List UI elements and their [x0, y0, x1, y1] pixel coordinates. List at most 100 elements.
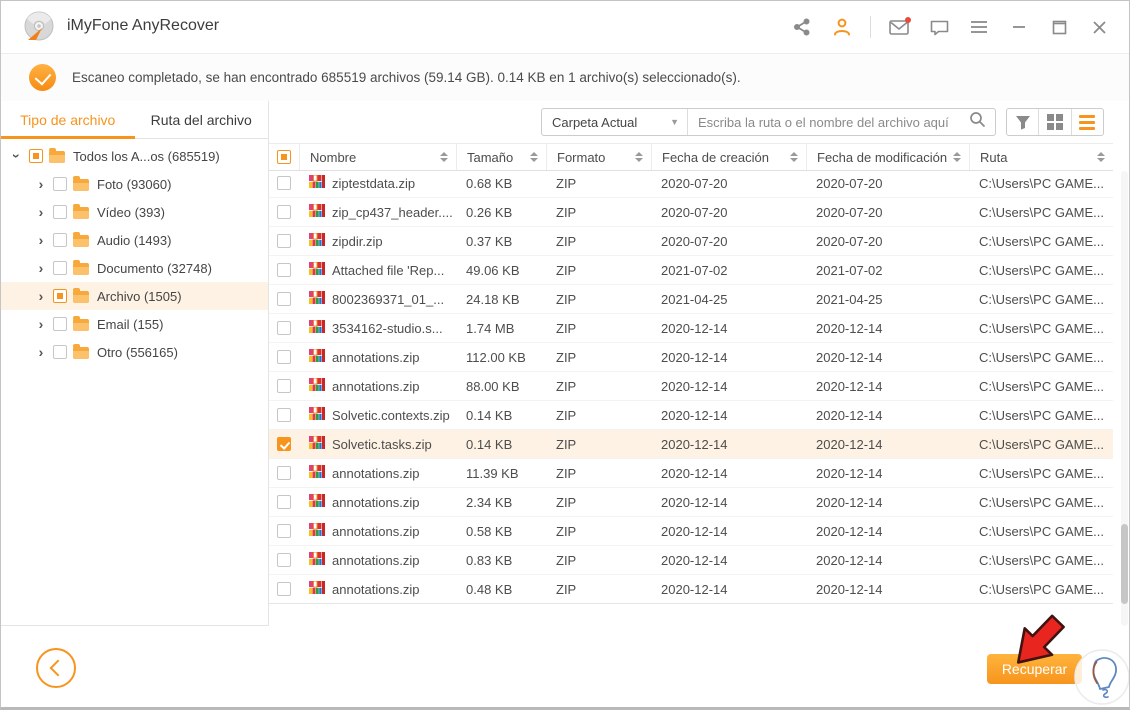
sort-icon[interactable]: [953, 152, 961, 162]
chevron-right-icon[interactable]: ›: [35, 261, 47, 275]
chevron-right-icon[interactable]: ›: [35, 317, 47, 331]
tree-checkbox-3[interactable]: [53, 233, 67, 247]
tree-item-7[interactable]: › Otro (556165): [1, 338, 268, 366]
column-header-1[interactable]: Tamaño: [456, 144, 546, 170]
table-row[interactable]: 8002369371_01_... 24.18 KB ZIP 2021-04-25 20…: [269, 285, 1113, 314]
row-checkbox-4[interactable]: [277, 292, 291, 306]
table-row[interactable]: annotations.zip 0.58 KB ZIP 2020-12-14 2020-…: [269, 517, 1113, 546]
tree-item-5[interactable]: › Archivo (1505): [1, 282, 268, 310]
tree-item-4[interactable]: › Documento (32748): [1, 254, 268, 282]
minimize-icon[interactable]: [1003, 11, 1035, 43]
table-select-all[interactable]: [269, 144, 299, 170]
tree-item-6[interactable]: › Email (155): [1, 310, 268, 338]
chevron-right-icon[interactable]: ›: [35, 205, 47, 219]
row-checkbox-10[interactable]: [277, 466, 291, 480]
back-button[interactable]: [36, 648, 76, 688]
row-checkbox-6[interactable]: [277, 350, 291, 364]
table-row[interactable]: annotations.zip 0.83 KB ZIP 2020-12-14 2020-…: [269, 546, 1113, 575]
account-icon[interactable]: [826, 11, 858, 43]
row-checkbox-1[interactable]: [277, 205, 291, 219]
tree-checkbox-2[interactable]: [53, 205, 67, 219]
folder-dropdown[interactable]: Carpeta Actual ▼: [542, 109, 688, 135]
zip-file-icon: [309, 262, 325, 278]
tree-checkbox-0[interactable]: [29, 149, 43, 163]
maximize-icon[interactable]: [1043, 11, 1075, 43]
file-size: 1.74 MB: [466, 320, 515, 336]
select-all-checkbox[interactable]: [277, 150, 291, 164]
chevron-right-icon[interactable]: ›: [35, 233, 47, 247]
table-row[interactable]: annotations.zip 11.39 KB ZIP 2020-12-14 2020…: [269, 459, 1113, 488]
row-checkbox-5[interactable]: [277, 321, 291, 335]
chevron-right-icon[interactable]: ›: [35, 289, 47, 303]
column-header-5[interactable]: Ruta: [969, 144, 1113, 170]
tree-item-label: Email (155): [97, 316, 164, 332]
feedback-icon[interactable]: [923, 11, 955, 43]
list-view-icon[interactable]: [1070, 109, 1103, 135]
tree-item-label: Archivo (1505): [97, 288, 182, 304]
column-header-3[interactable]: Fecha de creación: [651, 144, 806, 170]
table-row[interactable]: Solvetic.tasks.zip 0.14 KB ZIP 2020-12-14 20…: [269, 430, 1113, 459]
row-checkbox-2[interactable]: [277, 234, 291, 248]
sort-icon[interactable]: [530, 152, 538, 162]
chevron-right-icon[interactable]: ›: [35, 177, 47, 191]
tree-checkbox-6[interactable]: [53, 317, 67, 331]
table-row[interactable]: Solvetic.contexts.zip 0.14 KB ZIP 2020-12-1…: [269, 401, 1113, 430]
grid-view-icon[interactable]: [1038, 109, 1070, 135]
file-name: annotations.zip: [332, 465, 420, 481]
row-checkbox-12[interactable]: [277, 524, 291, 538]
file-created-date: 2020-12-14: [661, 465, 728, 481]
tree-item-3[interactable]: › Audio (1493): [1, 226, 268, 254]
recover-button[interactable]: Recuperar: [987, 654, 1082, 684]
tree-item-2[interactable]: › Vídeo (393): [1, 198, 268, 226]
row-checkbox-7[interactable]: [277, 379, 291, 393]
chevron-down-icon[interactable]: ›: [9, 150, 25, 162]
table-row[interactable]: zipdir.zip 0.37 KB ZIP 2020-07-20 2020-07-20…: [269, 227, 1113, 256]
table-row[interactable]: annotations.zip 0.48 KB ZIP 2020-12-14 2020-…: [269, 575, 1113, 604]
table-row[interactable]: annotations.zip 112.00 KB ZIP 2020-12-14 202…: [269, 343, 1113, 372]
sort-icon[interactable]: [1097, 152, 1105, 162]
share-icon[interactable]: [786, 11, 818, 43]
table-row[interactable]: Attached file 'Rep... 49.06 KB ZIP 2021-07-…: [269, 256, 1113, 285]
row-checkbox-11[interactable]: [277, 495, 291, 509]
row-checkbox-9[interactable]: [277, 437, 291, 451]
tree-item-0[interactable]: › Todos los A...os (685519): [1, 142, 268, 170]
row-checkbox-14[interactable]: [277, 582, 291, 596]
zip-file-icon: [309, 523, 325, 539]
row-checkbox-0[interactable]: [277, 176, 291, 190]
zip-file-icon: [309, 378, 325, 394]
table-row[interactable]: annotations.zip 88.00 KB ZIP 2020-12-14 2020…: [269, 372, 1113, 401]
mail-icon[interactable]: [883, 11, 915, 43]
row-checkbox-8[interactable]: [277, 408, 291, 422]
table-row[interactable]: ziptestdata.zip 0.68 KB ZIP 2020-07-20 2020-…: [269, 169, 1113, 198]
sort-icon[interactable]: [440, 152, 448, 162]
close-icon[interactable]: [1083, 11, 1115, 43]
tab-file-path[interactable]: Ruta del archivo: [135, 101, 269, 138]
row-checkbox-13[interactable]: [277, 553, 291, 567]
search-input[interactable]: [688, 114, 969, 130]
tab-file-type[interactable]: Tipo de archivo: [1, 101, 135, 139]
scrollbar-track[interactable]: [1121, 171, 1128, 626]
file-name: annotations.zip: [332, 581, 420, 597]
table-row[interactable]: zip_cp437_header.... 0.26 KB ZIP 2020-07-20…: [269, 198, 1113, 227]
table-row[interactable]: 3534162-studio.s... 1.74 MB ZIP 2020-12-14 2…: [269, 314, 1113, 343]
menu-icon[interactable]: [963, 11, 995, 43]
tree-checkbox-5[interactable]: [53, 289, 67, 303]
tree-item-1[interactable]: › Foto (93060): [1, 170, 268, 198]
scrollbar-thumb[interactable]: [1121, 524, 1128, 604]
column-header-0[interactable]: Nombre: [299, 144, 456, 170]
sort-icon[interactable]: [635, 152, 643, 162]
filter-icon[interactable]: [1007, 109, 1038, 135]
row-checkbox-3[interactable]: [277, 263, 291, 277]
tree-checkbox-4[interactable]: [53, 261, 67, 275]
table-row[interactable]: annotations.zip 2.34 KB ZIP 2020-12-14 2020-…: [269, 488, 1113, 517]
column-header-2[interactable]: Formato: [546, 144, 651, 170]
tree-checkbox-7[interactable]: [53, 345, 67, 359]
file-size: 24.18 KB: [466, 291, 520, 307]
column-header-4[interactable]: Fecha de modificación: [806, 144, 969, 170]
sort-icon[interactable]: [790, 152, 798, 162]
file-name-cell: Solvetic.tasks.zip: [299, 436, 456, 452]
chevron-right-icon[interactable]: ›: [35, 345, 47, 359]
tree-checkbox-1[interactable]: [53, 177, 67, 191]
search-icon[interactable]: [969, 111, 986, 133]
file-size: 88.00 KB: [466, 378, 520, 394]
